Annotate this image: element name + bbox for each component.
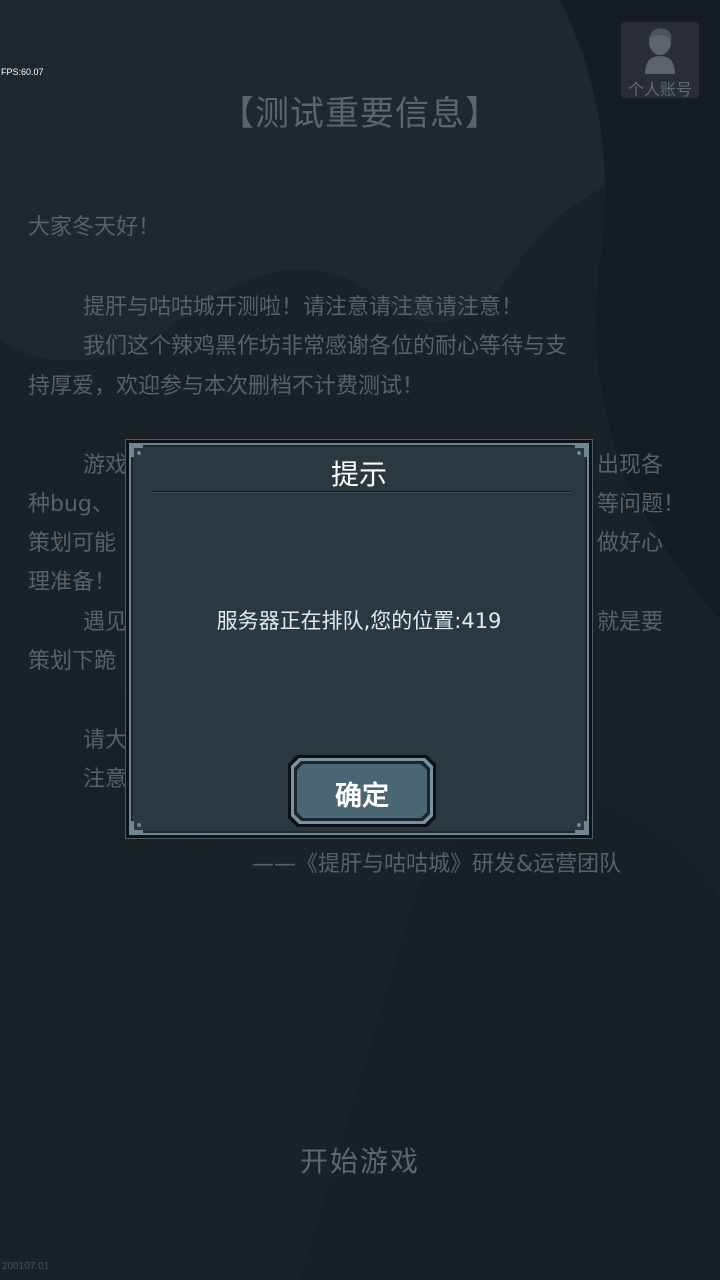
notice-line: 出现各 xyxy=(597,453,664,478)
confirm-button-label: 确定 xyxy=(335,781,389,812)
start-game-button[interactable]: 开始游戏 xyxy=(0,1140,720,1180)
corner-ornament-icon xyxy=(131,821,143,833)
notice-line: 提肝与咕咕城开测啦！请注意请注意请注意！ xyxy=(83,295,524,320)
notice-line: 策划可能 xyxy=(28,531,117,556)
queue-position-message: 服务器正在排队,您的位置:419 xyxy=(216,609,502,633)
notice-title: 【测试重要信息】 xyxy=(220,94,500,134)
notice-line: 种bug、 xyxy=(28,492,114,517)
dialog-title: 提示 xyxy=(330,458,387,491)
notice-line: 注意 xyxy=(83,767,128,792)
version-label: 200107.01 xyxy=(2,1261,50,1272)
notice-line: 策划下跪 xyxy=(28,649,117,674)
notice-line: 理准备！ xyxy=(28,570,117,595)
confirm-button[interactable]: 确定 xyxy=(287,754,437,828)
notice-line: 就是要 xyxy=(597,610,664,635)
notice-line: 我们这个辣鸡黑作坊非常感谢各位的耐心等待与支 xyxy=(83,334,568,359)
corner-ornament-icon xyxy=(575,821,587,833)
notice-line: 做好心 xyxy=(597,531,664,556)
queue-dialog: 提示 服务器正在排队,您的位置:419 确定 xyxy=(126,440,592,838)
notice-line: 遇见 xyxy=(83,610,128,635)
notice-line: 请大 xyxy=(83,728,128,753)
notice-line: 等问题！ xyxy=(597,492,686,517)
user-silhouette-icon xyxy=(645,28,675,74)
notice-line: 持厚爱，欢迎参与本次删档不计费测试！ xyxy=(28,374,425,399)
notice-signature: ——《提肝与咕咕城》研发&运营团队 xyxy=(252,852,622,877)
dialog-divider xyxy=(151,491,571,493)
notice-line: 游戏 xyxy=(83,453,128,478)
notice-greeting: 大家冬天好！ xyxy=(28,215,161,240)
fps-counter: FPS:60.07 xyxy=(1,67,44,77)
